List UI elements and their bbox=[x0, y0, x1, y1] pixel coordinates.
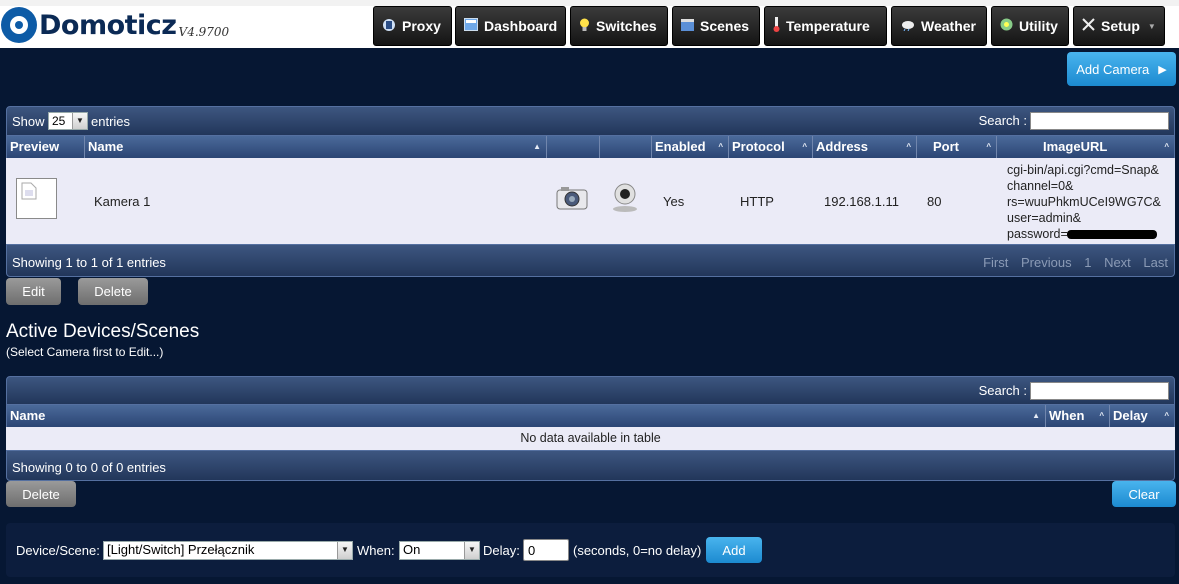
devices-table-header: Name ▲ When ^ Delay ^ bbox=[6, 405, 1175, 427]
device-scene-select[interactable]: [Light/Switch] Przełącznik ▼ bbox=[103, 541, 353, 560]
search-label: Search : bbox=[978, 383, 1027, 398]
devices-table-footer: Showing 0 to 0 of 0 entries bbox=[6, 450, 1175, 481]
sort-icon: ^ bbox=[802, 142, 807, 151]
page-size-select[interactable]: 25 ▼ bbox=[48, 112, 88, 130]
utility-icon bbox=[1000, 18, 1013, 34]
col-protocol[interactable]: Protocol ^ bbox=[729, 136, 813, 158]
sort-icon: ^ bbox=[1164, 411, 1169, 420]
show-label: Show bbox=[12, 114, 45, 129]
devices-search-input[interactable] bbox=[1030, 382, 1169, 400]
sort-asc-icon: ▲ bbox=[1032, 411, 1040, 420]
webcam-icon[interactable] bbox=[609, 182, 641, 215]
thermometer-icon bbox=[773, 17, 780, 35]
camera-preview-thumbnail[interactable] bbox=[16, 178, 57, 219]
sort-icon: ^ bbox=[906, 142, 911, 151]
empty-table-row: No data available in table bbox=[6, 427, 1175, 450]
entries-label: entries bbox=[91, 114, 131, 129]
camera-table-footer: Showing 1 to 1 of 1 entries First Previo… bbox=[6, 244, 1175, 277]
col-icon-a bbox=[547, 136, 600, 158]
nav-proxy[interactable]: Proxy bbox=[373, 6, 452, 46]
col-device-name[interactable]: Name ▲ bbox=[7, 405, 1046, 427]
delay-input[interactable] bbox=[523, 539, 569, 561]
active-devices-subtitle: (Select Camera first to Edit...) bbox=[6, 345, 164, 359]
nav-utility[interactable]: Utility bbox=[991, 6, 1069, 46]
pager-next[interactable]: Next bbox=[1104, 255, 1131, 270]
chevron-down-icon: ▼ bbox=[72, 113, 87, 129]
col-when[interactable]: When ^ bbox=[1046, 405, 1110, 427]
pager-first[interactable]: First bbox=[983, 255, 1008, 270]
add-device-panel: Device/Scene: [Light/Switch] Przełącznik… bbox=[6, 523, 1175, 577]
add-camera-button[interactable]: Add Camera ▶ bbox=[1067, 52, 1176, 86]
camera-address: 192.168.1.11 bbox=[824, 194, 899, 209]
clear-button[interactable]: Clear bbox=[1112, 481, 1176, 507]
password-redaction bbox=[1067, 230, 1157, 239]
active-devices-title: Active Devices/Scenes bbox=[6, 321, 200, 342]
sort-asc-icon: ▲ bbox=[533, 142, 541, 151]
chevron-down-icon: ▼ bbox=[464, 542, 479, 559]
nav-setup[interactable]: Setup ▼ bbox=[1073, 6, 1165, 46]
device-scene-label: Device/Scene: bbox=[16, 543, 100, 558]
camera-search-input[interactable] bbox=[1030, 112, 1169, 130]
clapper-icon bbox=[681, 18, 694, 34]
col-name[interactable]: Name ▲ bbox=[85, 136, 547, 158]
lightbulb-icon bbox=[579, 18, 590, 35]
domoticz-logo-icon bbox=[1, 7, 37, 43]
app-version: V4.9700 bbox=[178, 25, 230, 39]
delete-camera-button[interactable]: Delete bbox=[78, 278, 148, 305]
weather-icon bbox=[900, 19, 915, 34]
sort-icon: ^ bbox=[718, 142, 723, 151]
devices-table-toolbar: Search : bbox=[6, 376, 1175, 405]
nav-dashboard[interactable]: Dashboard bbox=[455, 6, 566, 46]
dashboard-icon bbox=[464, 18, 478, 34]
camera-port: 80 bbox=[927, 194, 942, 209]
col-address[interactable]: Address ^ bbox=[813, 136, 917, 158]
chevron-down-icon: ▼ bbox=[1147, 21, 1156, 31]
broken-image-icon bbox=[21, 182, 37, 200]
chevron-down-icon: ▼ bbox=[337, 542, 352, 559]
nav-switches[interactable]: Switches bbox=[570, 6, 668, 46]
nav-weather[interactable]: Weather bbox=[891, 6, 987, 46]
empty-table-message: No data available in table bbox=[520, 431, 661, 445]
camera-image-url: cgi-bin/api.cgi?cmd=Snap& channel=0& rs=… bbox=[1007, 163, 1161, 241]
tools-icon bbox=[1082, 18, 1095, 34]
search-label: Search : bbox=[978, 113, 1027, 128]
sort-icon: ^ bbox=[1099, 411, 1104, 420]
when-label: When: bbox=[357, 543, 395, 558]
pagination: First Previous 1 Next Last bbox=[974, 255, 1168, 270]
camera-table-toolbar: Show 25 ▼ entries Search : bbox=[6, 106, 1175, 136]
sort-icon: ^ bbox=[1164, 142, 1169, 151]
camera-protocol: HTTP bbox=[740, 194, 774, 209]
col-delay[interactable]: Delay ^ bbox=[1110, 405, 1174, 427]
pager-last[interactable]: Last bbox=[1143, 255, 1168, 270]
proxy-icon bbox=[382, 18, 396, 35]
col-preview[interactable]: Preview bbox=[7, 136, 85, 158]
camera-snapshot-icon[interactable] bbox=[556, 186, 588, 213]
col-enabled[interactable]: Enabled ^ bbox=[652, 136, 729, 158]
nav-temperature[interactable]: Temperature bbox=[764, 6, 887, 46]
col-icon-b bbox=[600, 136, 652, 158]
delete-device-button[interactable]: Delete bbox=[6, 481, 76, 507]
camera-enabled: Yes bbox=[663, 194, 685, 209]
camera-table-info: Showing 1 to 1 of 1 entries bbox=[12, 255, 166, 270]
logo[interactable]: Domoticz V4.9700 bbox=[0, 6, 229, 44]
nav-scenes[interactable]: Scenes bbox=[672, 6, 760, 46]
delay-label: Delay: bbox=[483, 543, 520, 558]
table-row[interactable]: Kamera 1 Yes HTTP 192.168.1.11 80 cgi-bi… bbox=[6, 158, 1175, 244]
camera-name: Kamera 1 bbox=[94, 194, 151, 209]
app-name: Domoticz bbox=[39, 9, 177, 41]
when-select[interactable]: On ▼ bbox=[399, 541, 480, 560]
play-arrow-icon: ▶ bbox=[1158, 63, 1167, 76]
pager-page[interactable]: 1 bbox=[1084, 255, 1091, 270]
add-button[interactable]: Add bbox=[706, 537, 762, 563]
camera-table-header: Preview Name ▲ Enabled ^ Protocol ^ Address… bbox=[6, 136, 1175, 158]
pager-previous[interactable]: Previous bbox=[1021, 255, 1072, 270]
delay-hint: (seconds, 0=no delay) bbox=[573, 543, 702, 558]
devices-table-info: Showing 0 to 0 of 0 entries bbox=[12, 460, 166, 475]
edit-button[interactable]: Edit bbox=[6, 278, 61, 305]
col-port[interactable]: Port ^ bbox=[917, 136, 997, 158]
sort-icon: ^ bbox=[986, 142, 991, 151]
col-imageurl[interactable]: ImageURL ^ bbox=[997, 136, 1174, 158]
